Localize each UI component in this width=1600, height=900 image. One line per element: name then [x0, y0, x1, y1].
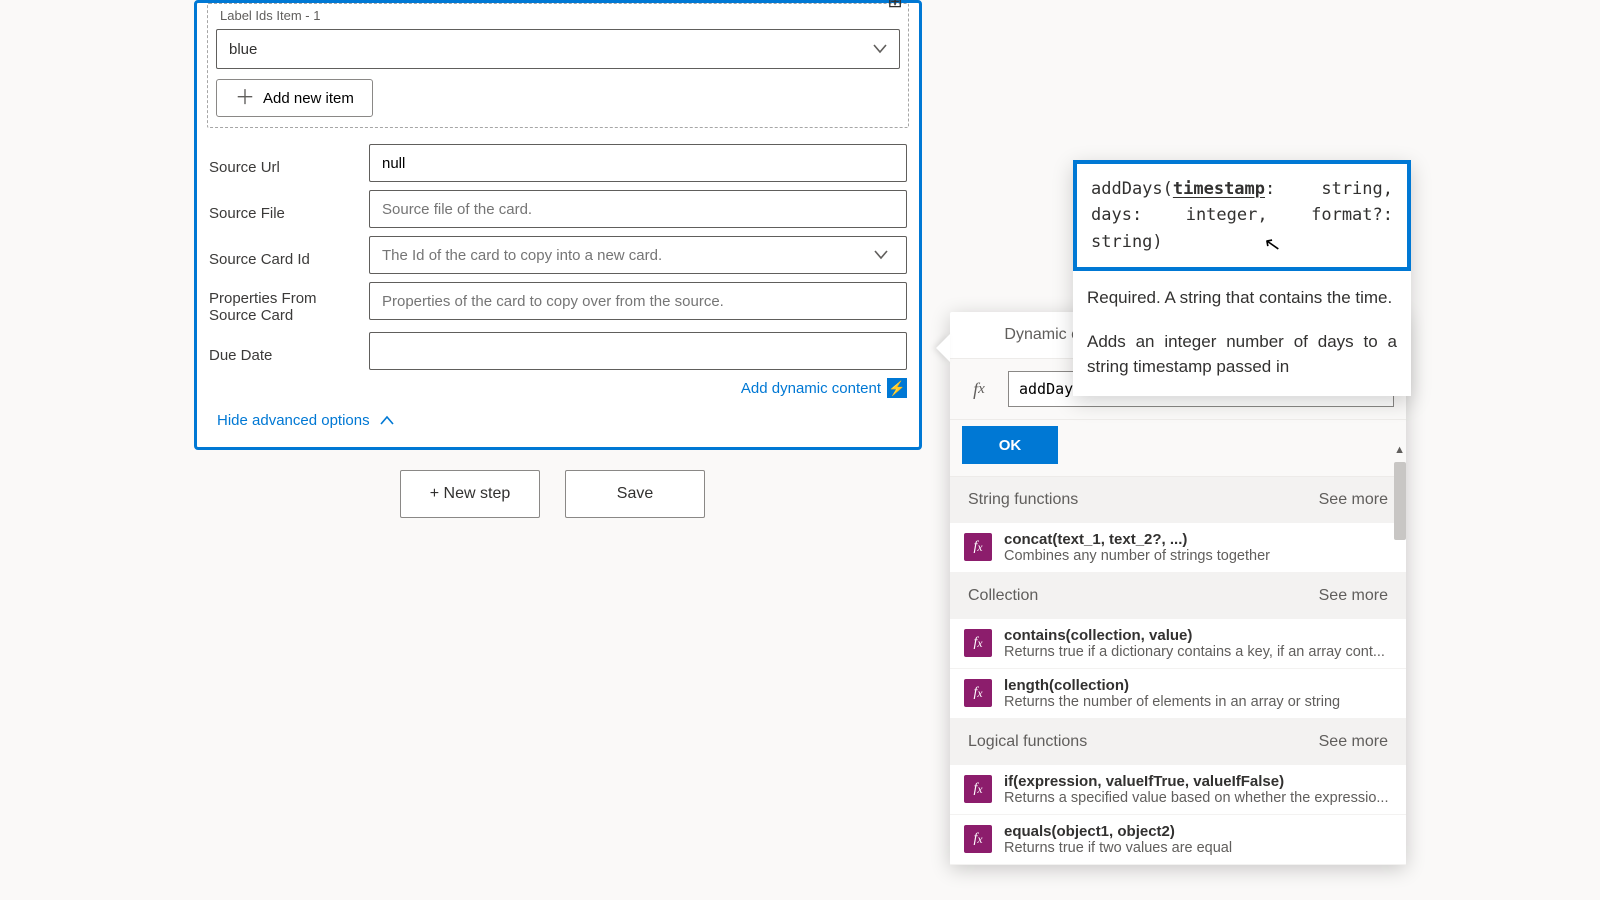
see-more-link[interactable]: See more: [1319, 733, 1388, 751]
plus-icon: ＋: [235, 88, 255, 108]
chevron-down-icon[interactable]: [874, 247, 888, 264]
group-logical-functions: Logical functions See more: [950, 719, 1406, 765]
fx-icon: fx: [964, 775, 992, 803]
ok-button[interactable]: OK: [962, 426, 1058, 464]
sig-prefix: addDays(: [1091, 179, 1173, 199]
callout-arrow-icon: [936, 334, 950, 362]
source-url-textbox[interactable]: [382, 155, 894, 172]
add-new-item-label: Add new item: [263, 90, 354, 107]
sig-line2: days: integer, format?: string): [1091, 205, 1393, 251]
fn-equals[interactable]: fx equals(object1, object2) Returns true…: [950, 815, 1406, 865]
new-step-button[interactable]: + New step: [400, 470, 540, 518]
fn-description: Returns true if two values are equal: [1004, 840, 1392, 856]
due-date-label: Due Date: [209, 339, 359, 364]
tooltip-summary: Adds an integer number of days to a stri…: [1087, 329, 1397, 380]
hide-advanced-toggle[interactable]: Hide advanced options: [197, 398, 919, 429]
chevron-down-icon: [873, 41, 887, 58]
fx-icon: fx: [962, 372, 996, 406]
source-url-label: Source Url: [209, 151, 359, 176]
due-date-textbox[interactable]: [382, 343, 894, 360]
flow-footer-buttons: + New step Save: [400, 470, 705, 518]
scrollbar-thumb[interactable]: [1394, 462, 1406, 540]
fn-signature: equals(object1, object2): [1004, 823, 1392, 840]
source-url-input[interactable]: [369, 144, 907, 182]
source-card-id-textbox[interactable]: [382, 247, 894, 264]
label-ids-section: ⊞ Label Ids Item - 1 blue ＋ Add new item: [207, 3, 909, 128]
fn-description: Returns true if a dictionary contains a …: [1004, 644, 1392, 660]
source-file-input[interactable]: [369, 190, 907, 228]
see-more-link[interactable]: See more: [1319, 491, 1388, 509]
fx-icon: fx: [964, 679, 992, 707]
fn-signature: contains(collection, value): [1004, 627, 1392, 644]
due-date-input[interactable]: [369, 332, 907, 370]
group-string-functions: String functions See more: [950, 477, 1406, 523]
fn-length[interactable]: fx length(collection) Returns the number…: [950, 669, 1406, 719]
hide-advanced-label: Hide advanced options: [217, 412, 370, 429]
props-from-source-input[interactable]: [369, 282, 907, 320]
tooltip-signature: addDays(timestamp: string, days: integer…: [1073, 160, 1411, 271]
source-file-textbox[interactable]: [382, 201, 894, 218]
label-ids-value: blue: [229, 41, 257, 58]
fn-concat[interactable]: fx concat(text_1, text_2?, ...) Combines…: [950, 523, 1406, 573]
fn-signature: concat(text_1, text_2?, ...): [1004, 531, 1392, 548]
group-title: Collection: [968, 587, 1038, 605]
fx-icon: fx: [964, 629, 992, 657]
sig-current-param: timestamp: [1173, 179, 1265, 199]
fn-description: Combines any number of strings together: [1004, 548, 1392, 564]
action-card: ⊞ Label Ids Item - 1 blue ＋ Add new item…: [194, 0, 922, 450]
fn-description: Returns a specified value based on wheth…: [1004, 790, 1392, 806]
fx-icon: fx: [964, 825, 992, 853]
group-collection: Collection See more: [950, 573, 1406, 619]
add-new-item-button[interactable]: ＋ Add new item: [216, 79, 373, 117]
sig-post1: : string,: [1265, 179, 1393, 199]
chevron-up-icon: [380, 412, 394, 429]
tooltip-body: Required. A string that contains the tim…: [1073, 271, 1411, 396]
group-title: String functions: [968, 491, 1078, 509]
add-dynamic-content-link[interactable]: Add dynamic content: [741, 380, 881, 397]
fx-icon: fx: [964, 533, 992, 561]
save-button[interactable]: Save: [565, 470, 705, 518]
tooltip-required: Required. A string that contains the tim…: [1087, 285, 1397, 311]
fn-signature: length(collection): [1004, 677, 1392, 694]
fn-contains[interactable]: fx contains(collection, value) Returns t…: [950, 619, 1406, 669]
dynamic-content-icon[interactable]: ⚡: [887, 378, 907, 398]
label-ids-dropdown[interactable]: blue: [216, 29, 900, 69]
see-more-link[interactable]: See more: [1319, 587, 1388, 605]
source-file-label: Source File: [209, 197, 359, 222]
fn-signature: if(expression, valueIfTrue, valueIfFalse…: [1004, 773, 1392, 790]
array-map-icon[interactable]: ⊞: [884, 0, 906, 12]
function-signature-tooltip: addDays(timestamp: string, days: integer…: [1073, 160, 1411, 396]
label-ids-heading: Label Ids Item - 1: [216, 8, 900, 29]
fn-if[interactable]: fx if(expression, valueIfTrue, valueIfFa…: [950, 765, 1406, 815]
source-card-id-label: Source Card Id: [209, 243, 359, 268]
scroll-up-icon[interactable]: ▲: [1394, 444, 1405, 456]
group-title: Logical functions: [968, 733, 1087, 751]
props-from-source-label: Properties From Source Card: [209, 282, 359, 324]
source-card-id-input[interactable]: [369, 236, 907, 274]
props-from-source-textbox[interactable]: [382, 293, 894, 310]
fn-description: Returns the number of elements in an arr…: [1004, 694, 1392, 710]
